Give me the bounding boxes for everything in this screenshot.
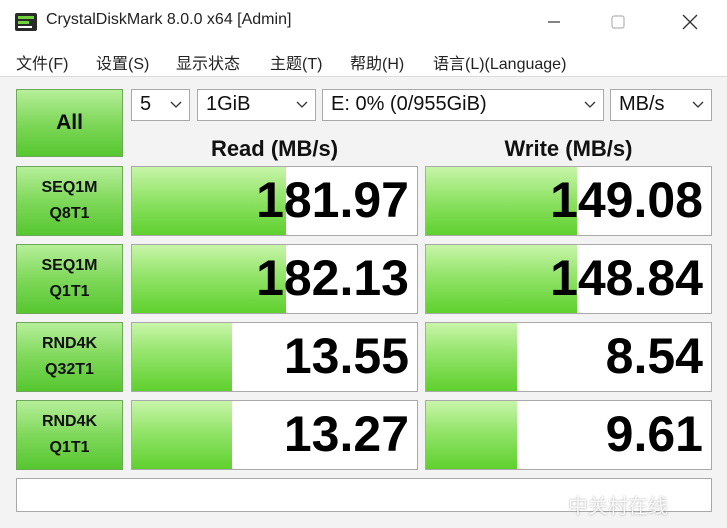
- drive-value: E: 0% (0/955GiB): [331, 93, 487, 115]
- write-result-cell: 8.54: [425, 322, 712, 392]
- test-queue: Q1T1: [49, 439, 90, 456]
- test-button-rnd4k-q32t1[interactable]: RND4K Q32T1: [16, 322, 123, 392]
- write-value: 8.54: [605, 328, 703, 384]
- write-result-cell: 148.84: [425, 244, 712, 314]
- test-queue: Q32T1: [45, 361, 94, 378]
- window-title: CrystalDiskMark 8.0.0 x64 [Admin]: [46, 11, 292, 28]
- minimize-icon: [548, 21, 560, 23]
- menu-settings[interactable]: 设置(S): [96, 50, 149, 74]
- read-result-cell: 13.55: [131, 322, 418, 392]
- read-progress-bar: [132, 401, 232, 469]
- chevron-down-icon: [584, 101, 596, 108]
- write-progress-bar: [426, 401, 518, 469]
- unit-value: MB/s: [619, 93, 665, 115]
- app-icon: [15, 13, 37, 31]
- write-header: Write (MB/s): [504, 136, 633, 161]
- count-select[interactable]: 5: [131, 89, 190, 121]
- minimize-button[interactable]: [520, 0, 588, 44]
- test-name: SEQ1M: [41, 179, 98, 196]
- menu-help[interactable]: 帮助(H): [350, 50, 404, 74]
- test-queue: Q1T1: [49, 283, 90, 300]
- test-button-seq1m-q8t1[interactable]: SEQ1M Q8T1: [16, 166, 123, 236]
- write-result-cell: 9.61: [425, 400, 712, 470]
- title-bar: CrystalDiskMark 8.0.0 x64 [Admin]: [0, 0, 727, 45]
- size-select[interactable]: 1GiB: [197, 89, 316, 121]
- test-name: RND4K: [41, 413, 98, 430]
- write-progress-bar: [426, 323, 518, 391]
- menu-file[interactable]: 文件(F): [16, 50, 68, 74]
- read-header: Read (MB/s): [210, 136, 339, 161]
- read-result-cell: 13.27: [131, 400, 418, 470]
- count-value: 5: [140, 93, 152, 115]
- test-name: SEQ1M: [41, 257, 98, 274]
- chevron-down-icon: [170, 101, 182, 108]
- read-value: 181.97: [256, 172, 409, 228]
- close-icon: [682, 14, 698, 30]
- test-queue: Q8T1: [49, 205, 90, 222]
- maximize-icon: [611, 15, 625, 29]
- chevron-down-icon: [692, 101, 704, 108]
- write-value: 148.84: [550, 250, 703, 306]
- read-value: 13.55: [283, 328, 409, 384]
- menu-display-status[interactable]: 显示状态: [176, 50, 240, 74]
- test-name: RND4K: [41, 335, 98, 352]
- read-value: 13.27: [283, 406, 409, 462]
- size-value: 1GiB: [206, 93, 251, 115]
- all-button[interactable]: All: [16, 89, 123, 157]
- maximize-button[interactable]: [584, 0, 652, 44]
- write-value: 149.08: [550, 172, 703, 228]
- menu-theme[interactable]: 主题(T): [270, 50, 322, 74]
- read-value: 182.13: [256, 250, 409, 306]
- read-progress-bar: [132, 323, 232, 391]
- menu-bar: 文件(F) 设置(S) 显示状态 主题(T) 帮助(H) 语言(L)(Langu…: [0, 44, 727, 77]
- read-result-cell: 182.13: [131, 244, 418, 314]
- drive-select[interactable]: E: 0% (0/955GiB): [322, 89, 604, 121]
- close-button[interactable]: [656, 0, 724, 44]
- test-button-seq1m-q1t1[interactable]: SEQ1M Q1T1: [16, 244, 123, 314]
- read-result-cell: 181.97: [131, 166, 418, 236]
- chevron-down-icon: [296, 101, 308, 108]
- test-button-rnd4k-q1t1[interactable]: RND4K Q1T1: [16, 400, 123, 470]
- write-value: 9.61: [605, 406, 703, 462]
- unit-select[interactable]: MB/s: [610, 89, 712, 121]
- menu-language[interactable]: 语言(L)(Language): [433, 50, 566, 74]
- watermark-text: 中关村在线: [568, 494, 668, 518]
- write-result-cell: 149.08: [425, 166, 712, 236]
